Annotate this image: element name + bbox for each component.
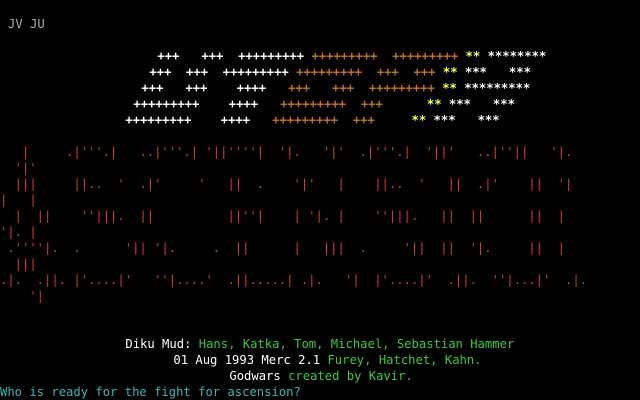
ascii-art-line-3: ||| ||.. ' .|' ' || . '|' | ||.. ' || .|…	[0, 177, 573, 191]
ascii-art-line-9: .|. .||. |'....|' ''|....' .||.....| .|.…	[0, 273, 587, 287]
banner-orange-segment: +++++++++ +++	[272, 113, 412, 127]
top-marker: JV JU	[8, 17, 45, 31]
ascii-art-line-10: '|	[0, 289, 565, 303]
login-prompt: Who is ready for the fight for ascension…	[0, 385, 301, 399]
credits-godwars-created: created by	[288, 369, 369, 383]
ascii-art-line-8: |||	[0, 257, 573, 271]
banner-line-4: +++++++++ ++++ +++++++++ +++ ** *** ***	[104, 80, 515, 111]
banner-line-5: +++++++++ ++++ +++++++++ +++ ** *** ***	[96, 96, 499, 127]
banner-stars-segment: *** ***	[426, 113, 500, 127]
credits-godwars-label: Godwars	[229, 369, 289, 383]
banner-line-1: +++ +++ +++++++++ +++++++++ +++++++++ **…	[128, 32, 546, 63]
credits-merc: 01 Aug 1993 Merc 2.1 Furey, Hatchet, Kah…	[144, 336, 481, 367]
credits-godwars-author: Kavir.	[368, 369, 413, 383]
banner-line-2: +++ +++ +++++++++ +++++++++ +++ +++ ** *…	[120, 48, 531, 79]
banner-yellow-segment: **	[411, 113, 427, 127]
banner-line-3: +++ +++ ++++ +++ +++ +++++++++ ** ******…	[112, 64, 530, 95]
banner-white-segment: +++++++++ ++++	[125, 113, 273, 127]
ascii-art-line-5: | || ''|||. || ||''| | '|. | ''|||. || |…	[0, 209, 565, 223]
terminal-screen[interactable]: JV JU +++ +++ +++++++++ +++++++++ ++++++…	[0, 0, 640, 400]
ascii-art-line-7: .''''|. . '|| '|. . || | ||| . '|| || '|…	[0, 241, 565, 255]
ascii-art-line-1: | .|'''.| ..|'''.| '||''''| '|. '|' .|''…	[0, 145, 573, 159]
credits-godwars: Godwars created by Kavir.	[200, 352, 412, 383]
ascii-art-line-4: | |	[0, 193, 565, 207]
ascii-art-line-6: '|. |	[0, 225, 565, 239]
ascii-art-line-2: '|'	[0, 161, 565, 175]
credits-diku: Diku Mud: Hans, Katka, Tom, Michael, Seb…	[96, 320, 514, 351]
